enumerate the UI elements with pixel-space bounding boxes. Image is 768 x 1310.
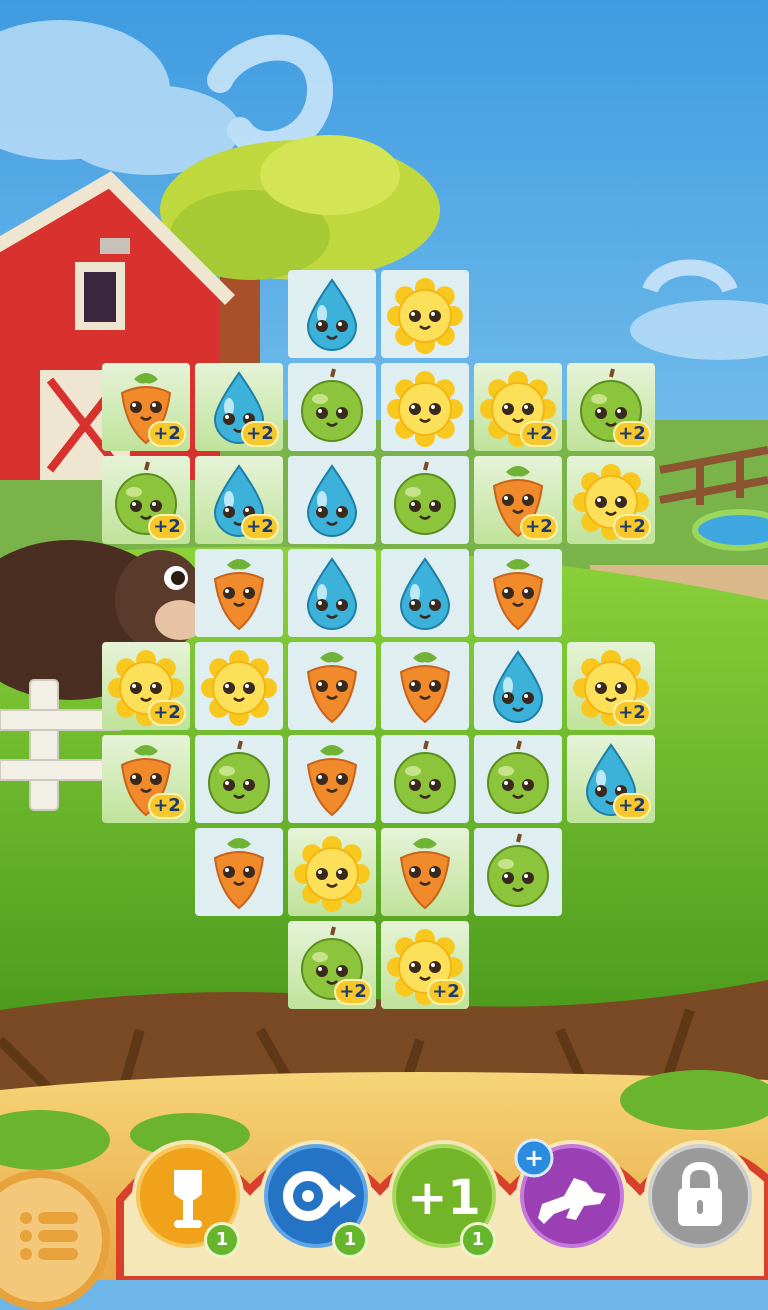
- apple-crop-icon: [208, 740, 270, 814]
- board-tile[interactable]: [286, 454, 378, 546]
- game-board: +2 +2 +2 +2 +2 +2 +2 +2 +2 +2 +2 +2 +2 +…: [0, 0, 768, 1280]
- bonus-badge: +2: [520, 421, 558, 447]
- board-tile[interactable]: [472, 640, 564, 732]
- bonus-badge: +2: [148, 421, 186, 447]
- board-tile[interactable]: +2: [193, 454, 285, 546]
- board-tile[interactable]: [286, 547, 378, 639]
- board-tile[interactable]: [286, 268, 378, 360]
- board-tile[interactable]: +2: [100, 361, 192, 453]
- apple-crop-icon: [394, 461, 456, 535]
- board-tile[interactable]: +2: [100, 733, 192, 825]
- board-tile[interactable]: [379, 268, 471, 360]
- board-tile[interactable]: +2: [286, 919, 378, 1011]
- board-tile[interactable]: [379, 454, 471, 546]
- board-tile[interactable]: +2: [100, 454, 192, 546]
- water-crop-icon: [306, 464, 358, 537]
- board-tile[interactable]: [472, 733, 564, 825]
- bonus-badge: +2: [520, 514, 558, 540]
- board-tile[interactable]: +2: [379, 919, 471, 1011]
- sun-crop-icon: [201, 650, 277, 726]
- board-tile[interactable]: +2: [100, 640, 192, 732]
- sun-crop-icon: [387, 278, 463, 354]
- board-tile[interactable]: [286, 640, 378, 732]
- board-tile[interactable]: [286, 826, 378, 918]
- board-tile[interactable]: [379, 547, 471, 639]
- board-tile[interactable]: +2: [472, 454, 564, 546]
- board-tile[interactable]: [379, 826, 471, 918]
- board-tile[interactable]: +2: [565, 454, 657, 546]
- carrot-crop-icon: [306, 745, 358, 817]
- board-tile[interactable]: [193, 640, 285, 732]
- board-tile[interactable]: +2: [565, 361, 657, 453]
- board-tile[interactable]: [379, 361, 471, 453]
- bonus-badge: +2: [613, 421, 651, 447]
- carrot-crop-icon: [492, 559, 544, 631]
- apple-crop-icon: [394, 740, 456, 814]
- board-tile[interactable]: [379, 640, 471, 732]
- bonus-badge: +2: [148, 514, 186, 540]
- board-tile[interactable]: [193, 826, 285, 918]
- board-tile[interactable]: [286, 733, 378, 825]
- water-crop-icon: [306, 557, 358, 630]
- sun-crop-icon: [294, 836, 370, 912]
- bonus-badge: +2: [613, 700, 651, 726]
- carrot-crop-icon: [306, 652, 358, 724]
- apple-crop-icon: [487, 833, 549, 907]
- carrot-crop-icon: [399, 838, 451, 910]
- bonus-badge: +2: [613, 793, 651, 819]
- bonus-badge: +2: [427, 979, 465, 1005]
- board-tile[interactable]: [472, 826, 564, 918]
- carrot-crop-icon: [213, 838, 265, 910]
- bonus-badge: +2: [148, 793, 186, 819]
- water-crop-icon: [306, 278, 358, 351]
- board-tile[interactable]: [193, 733, 285, 825]
- sun-crop-icon: [387, 371, 463, 447]
- carrot-crop-icon: [399, 652, 451, 724]
- bonus-badge: +2: [241, 514, 279, 540]
- board-tile[interactable]: [193, 547, 285, 639]
- board-tile[interactable]: +2: [565, 733, 657, 825]
- apple-crop-icon: [487, 740, 549, 814]
- board-tile[interactable]: [472, 547, 564, 639]
- water-crop-icon: [492, 650, 544, 723]
- board-tile[interactable]: +2: [193, 361, 285, 453]
- carrot-crop-icon: [213, 559, 265, 631]
- apple-crop-icon: [301, 368, 363, 442]
- bonus-badge: +2: [334, 979, 372, 1005]
- water-crop-icon: [399, 557, 451, 630]
- board-tile[interactable]: [286, 361, 378, 453]
- bonus-badge: +2: [148, 700, 186, 726]
- board-tile[interactable]: [379, 733, 471, 825]
- board-tile[interactable]: +2: [565, 640, 657, 732]
- bonus-badge: +2: [613, 514, 651, 540]
- bonus-badge: +2: [241, 421, 279, 447]
- board-tile[interactable]: +2: [472, 361, 564, 453]
